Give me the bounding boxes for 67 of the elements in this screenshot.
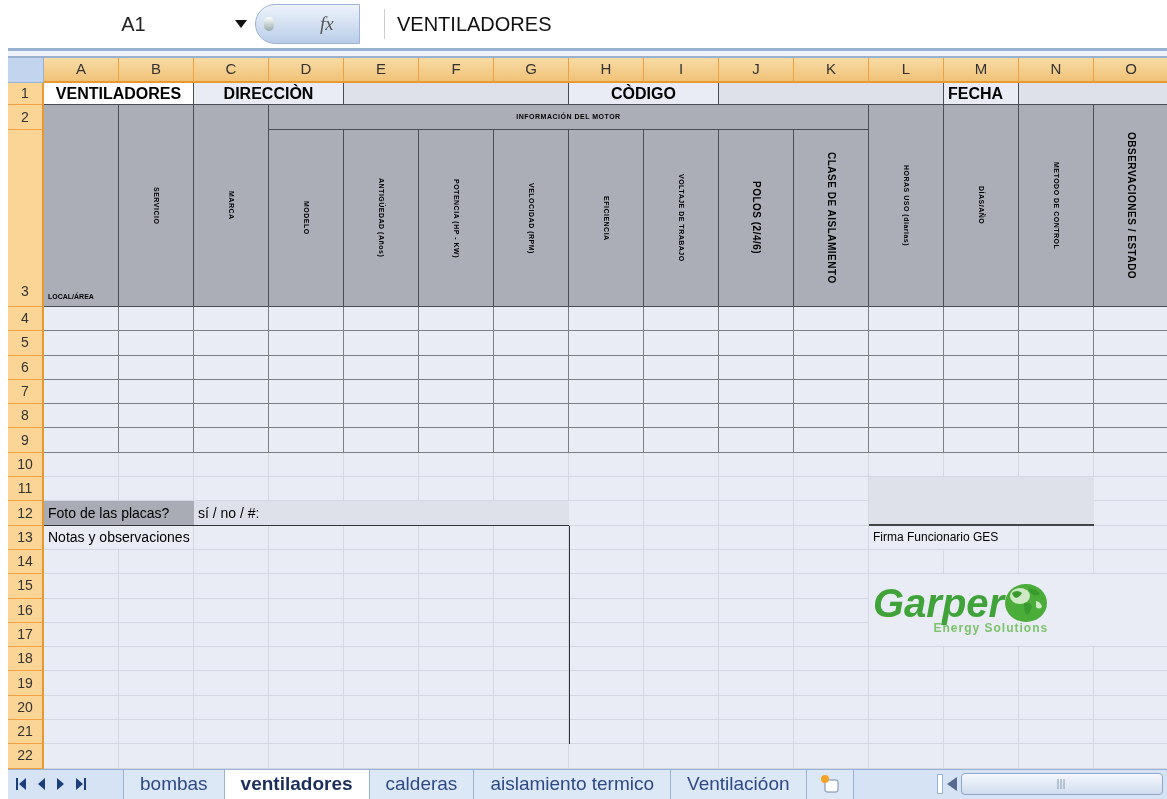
next-sheet-icon[interactable]	[57, 778, 64, 791]
row-header[interactable]: 11	[8, 477, 44, 502]
row-header[interactable]: 22	[8, 744, 44, 769]
column-header[interactable]: A	[44, 58, 119, 83]
column-header[interactable]: N	[1019, 58, 1094, 83]
sheet-tab[interactable]: Ventilacióon	[670, 769, 807, 799]
grip-icon[interactable]	[264, 17, 274, 31]
company-logo: Garper Energy Solutions	[869, 574, 1167, 648]
column-header[interactable]: D	[269, 58, 344, 83]
sheet-tab[interactable]: ventiladores	[223, 769, 370, 799]
horizontal-scrollbar[interactable]	[961, 773, 1163, 796]
row-header[interactable]: 16	[8, 598, 44, 623]
previous-sheet-icon[interactable]	[38, 778, 45, 791]
row-header[interactable]: 15	[8, 574, 44, 599]
column-header[interactable]: L	[869, 58, 944, 83]
column-header[interactable]: G	[494, 58, 569, 83]
column-heading: OBSERVACIONES / ESTADO	[1124, 131, 1138, 280]
title-cell: CÒDIGO	[569, 83, 719, 105]
row-header[interactable]: 1	[8, 83, 44, 105]
signature-label: Firma Funcionario GES	[869, 525, 1019, 550]
photo-answer: sí / no / #:	[194, 501, 569, 526]
scroll-left-icon[interactable]	[947, 777, 957, 792]
row-header[interactable]: 21	[8, 720, 44, 745]
column-header[interactable]: C	[194, 58, 269, 83]
title-cell: DIRECCIÒN	[194, 83, 344, 105]
row-header[interactable]: 3	[8, 130, 44, 307]
row-header[interactable]: 5	[8, 331, 44, 356]
column-header[interactable]: K	[794, 58, 869, 83]
row-header[interactable]: 9	[8, 428, 44, 453]
column-header[interactable]: B	[119, 58, 194, 83]
column-header[interactable]: F	[419, 58, 494, 83]
row-header[interactable]: 7	[8, 379, 44, 405]
row-header[interactable]: 17	[8, 622, 44, 648]
name-box[interactable]: A1	[121, 9, 146, 39]
globe-icon	[1004, 583, 1049, 624]
grip-lines-icon[interactable]	[1057, 779, 1067, 790]
column-header[interactable]: O	[1094, 58, 1167, 83]
title-cell: FECHA	[944, 83, 1019, 105]
row-header[interactable]: 13	[8, 525, 44, 550]
row-header[interactable]: 18	[8, 647, 44, 672]
row-header[interactable]: 20	[8, 695, 44, 721]
last-sheet-icon[interactable]	[76, 778, 86, 791]
first-sheet-icon[interactable]	[16, 778, 26, 791]
title-cell: VENTILADORES	[44, 83, 194, 105]
row-header[interactable]: 8	[8, 404, 44, 429]
row-header[interactable]: 19	[8, 671, 44, 696]
column-header[interactable]: I	[644, 58, 719, 83]
sheet-tab[interactable]: aislamiento termico	[473, 769, 672, 799]
row-header[interactable]: 4	[8, 307, 44, 332]
notes-label: Notas y observaciones	[44, 525, 194, 550]
sheet-tab[interactable]: calderas	[368, 769, 475, 799]
formula-value[interactable]: VENTILADORES	[384, 9, 552, 39]
row-header[interactable]: 6	[8, 355, 44, 380]
row-header[interactable]: 2	[8, 105, 44, 130]
column-heading: CLASE DE AISLAMIENTO	[824, 152, 838, 284]
column-heading: POLOS (2/4/6)	[749, 181, 763, 255]
column-header[interactable]: M	[944, 58, 1019, 83]
column-header[interactable]: E	[344, 58, 419, 83]
dropdown-caret-icon[interactable]	[235, 20, 247, 28]
column-header[interactable]: J	[719, 58, 794, 83]
row-header[interactable]: 10	[8, 452, 44, 478]
column-header[interactable]: H	[569, 58, 644, 83]
row-header[interactable]: 12	[8, 501, 44, 526]
sheet-tab[interactable]: bombas	[123, 769, 225, 799]
scrollbar-split-handle[interactable]	[937, 774, 943, 795]
photo-label: Foto de las placas?	[44, 501, 194, 526]
row-header[interactable]: 14	[8, 549, 44, 575]
